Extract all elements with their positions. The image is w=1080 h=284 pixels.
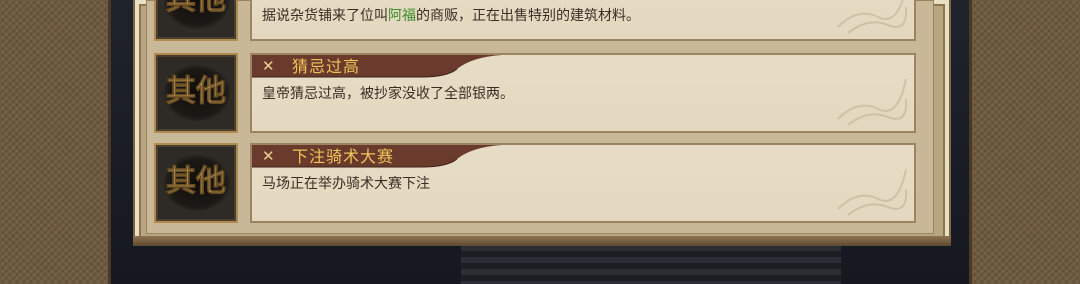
event-card: 据说杂货铺来了位叫阿福的商贩，正在出售特别的建筑材料。	[250, 0, 916, 41]
event-title: 猜忌过高	[292, 57, 361, 76]
event-title: 下注骑术大赛	[292, 147, 395, 166]
cloud-watermark-icon	[837, 0, 908, 34]
stairs	[461, 245, 841, 284]
cloud-watermark-icon	[837, 78, 908, 126]
npc-name: 阿福	[388, 8, 416, 24]
event-row-1[interactable]: 其他 据说杂货铺来了位叫阿福的商贩，正在出售特别的建筑材料。	[150, 0, 920, 42]
event-description: 据说杂货铺来了位叫阿福的商贩，正在出售特别的建筑材料。	[262, 8, 640, 24]
event-row-3[interactable]: 其他 ✕ 下注骑术大赛 马场正在举办骑术大赛下注	[150, 140, 920, 224]
category-badge: 其他	[154, 0, 238, 41]
category-badge: 其他	[154, 143, 238, 223]
crossed-swords-icon: ✕	[262, 57, 275, 75]
title-ribbon: ✕ 下注骑术大赛	[252, 145, 502, 169]
event-card: ✕ 猜忌过高 皇帝猜忌过高，被抄家没收了全部银两。	[250, 53, 916, 133]
crossed-swords-icon: ✕	[262, 147, 275, 165]
category-label: 其他	[166, 164, 226, 199]
cloud-watermark-icon	[837, 168, 908, 216]
panel-bottom-frame	[133, 236, 951, 246]
event-description: 马场正在举办骑术大赛下注	[262, 176, 430, 192]
category-label: 其他	[166, 0, 226, 17]
event-description: 皇帝猜忌过高，被抄家没收了全部银两。	[262, 86, 514, 102]
event-row-2[interactable]: 其他 ✕ 猜忌过高 皇帝猜忌过高，被抄家没收了全部银两。	[150, 50, 920, 134]
category-label: 其他	[166, 74, 226, 109]
category-badge: 其他	[154, 53, 238, 133]
right-border	[969, 0, 1080, 284]
left-border	[0, 0, 111, 284]
title-ribbon: ✕ 猜忌过高	[252, 55, 502, 79]
event-card: ✕ 下注骑术大赛 马场正在举办骑术大赛下注	[250, 143, 916, 223]
